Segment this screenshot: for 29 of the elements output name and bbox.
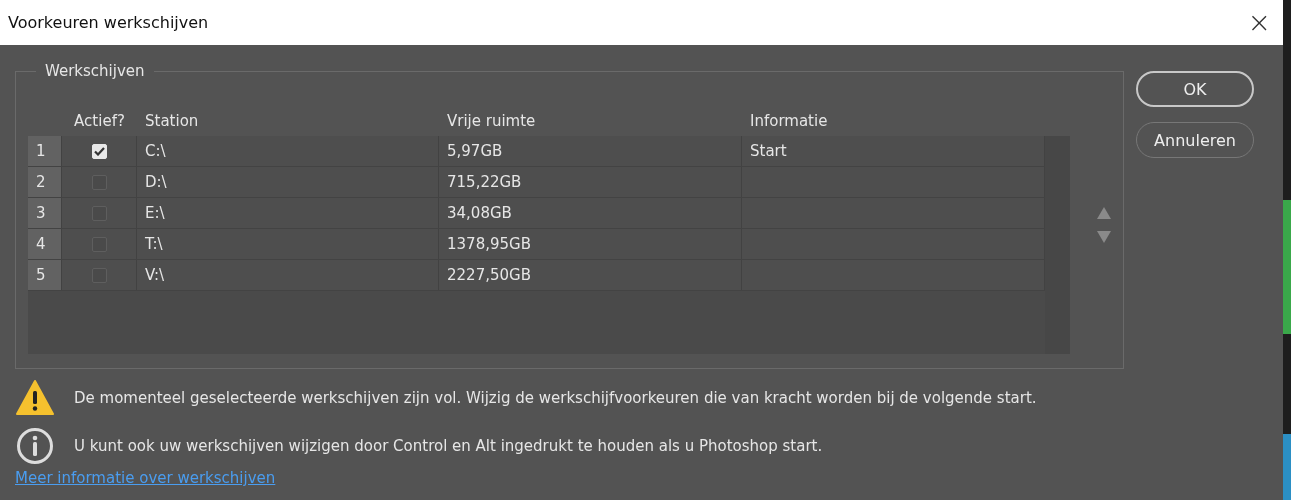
close-button[interactable]: × (1247, 8, 1271, 37)
table-cell: V:\ (137, 260, 439, 290)
warning-icon (16, 379, 54, 417)
table-cell: 2227,50GB (439, 260, 742, 290)
info-text: U kunt ook uw werkschijven wijzigen door Control en Alt ingedrukt te houden als u Photoshop start. (74, 437, 823, 455)
row-number: 1 (28, 136, 62, 166)
table-cell: 5,97GB (439, 136, 742, 166)
table-cell: 715,22GB (439, 167, 742, 197)
table-cell: C:\ (137, 136, 439, 166)
ok-button[interactable]: OK (1136, 71, 1254, 107)
group-title: Werkschijven (36, 62, 154, 80)
column-header: Vrije ruimte (446, 111, 537, 130)
table-cell: E:\ (137, 198, 439, 228)
table-cell: 1378,95GB (439, 229, 742, 259)
warning-text: De momenteel geselecteerde werkschijven zijn vol. Wijzig de werkschijfvoorkeuren die van kracht worden bij de volgende start. (74, 389, 1037, 407)
move-down-icon[interactable] (1097, 231, 1111, 243)
row-number: 3 (28, 198, 62, 228)
column-header: Informatie (749, 111, 829, 130)
info-icon (16, 427, 54, 465)
row-number: 5 (28, 260, 62, 290)
move-up-icon[interactable] (1097, 207, 1111, 219)
column-header: Station (144, 111, 200, 130)
table-cell: 34,08GB (439, 198, 742, 228)
row-number: 2 (28, 167, 62, 197)
window-title: Voorkeuren werkschijven (8, 13, 209, 32)
column-header: Actief? (73, 111, 126, 130)
table-cell: D:\ (137, 167, 439, 197)
row-number: 4 (28, 229, 62, 259)
table-cell: T:\ (137, 229, 439, 259)
